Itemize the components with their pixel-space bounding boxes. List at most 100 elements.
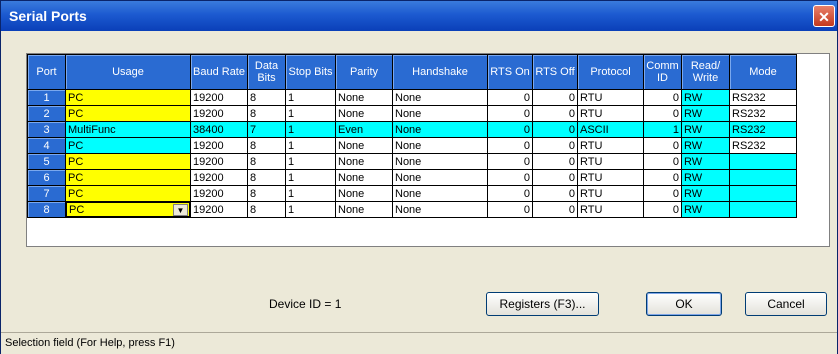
data-bits-cell[interactable]: 8 (247, 201, 286, 218)
col-header-mode[interactable]: Mode (729, 54, 797, 90)
parity-cell[interactable]: Even (335, 121, 393, 138)
handshake-cell[interactable]: None (392, 169, 488, 186)
port-cell[interactable]: 5 (27, 153, 66, 170)
parity-cell[interactable]: None (335, 169, 393, 186)
handshake-cell[interactable]: None (392, 137, 488, 154)
close-button[interactable]: ✕ (813, 5, 835, 27)
data-bits-cell[interactable]: 7 (247, 121, 286, 138)
col-header-data-bits[interactable]: Data Bits (247, 54, 286, 90)
protocol-cell[interactable]: RTU (577, 153, 644, 170)
read-write-cell[interactable]: RW (681, 153, 730, 170)
data-bits-cell[interactable]: 8 (247, 153, 286, 170)
port-cell[interactable]: 7 (27, 185, 66, 202)
data-bits-cell[interactable]: 8 (247, 105, 286, 122)
usage-cell[interactable]: MultiFunc (65, 121, 191, 138)
protocol-cell[interactable]: RTU (577, 169, 644, 186)
baud-cell[interactable]: 19200 (190, 137, 248, 154)
parity-cell[interactable]: None (335, 201, 393, 218)
mode-cell[interactable]: RS232 (729, 137, 797, 154)
rts-on-cell[interactable]: 0 (487, 153, 533, 170)
usage-cell[interactable]: PC (65, 137, 191, 154)
protocol-cell[interactable]: RTU (577, 105, 644, 122)
stop-bits-cell[interactable]: 1 (285, 137, 336, 154)
read-write-cell[interactable]: RW (681, 201, 730, 218)
port-cell[interactable]: 1 (27, 89, 66, 106)
rts-off-cell[interactable]: 0 (532, 89, 578, 106)
handshake-cell[interactable]: None (392, 121, 488, 138)
read-write-cell[interactable]: RW (681, 121, 730, 138)
rts-on-cell[interactable]: 0 (487, 105, 533, 122)
col-header-baud-rate[interactable]: Baud Rate (190, 54, 248, 90)
usage-cell[interactable]: PC (65, 89, 191, 106)
rts-on-cell[interactable]: 0 (487, 185, 533, 202)
baud-cell[interactable]: 19200 (190, 185, 248, 202)
comm-id-cell[interactable]: 0 (643, 137, 682, 154)
usage-cell[interactable]: PC (65, 185, 191, 202)
col-header-usage[interactable]: Usage (65, 54, 191, 90)
parity-cell[interactable]: None (335, 185, 393, 202)
rts-on-cell[interactable]: 0 (487, 89, 533, 106)
col-header-port[interactable]: Port (27, 54, 66, 90)
handshake-cell[interactable]: None (392, 185, 488, 202)
col-header-rts-off[interactable]: RTS Off (532, 54, 578, 90)
rts-off-cell[interactable]: 0 (532, 105, 578, 122)
mode-cell[interactable]: RS232 (729, 89, 797, 106)
stop-bits-cell[interactable]: 1 (285, 185, 336, 202)
comm-id-cell[interactable]: 0 (643, 185, 682, 202)
comm-id-cell[interactable]: 0 (643, 89, 682, 106)
port-cell[interactable]: 8 (27, 201, 66, 218)
baud-cell[interactable]: 19200 (190, 89, 248, 106)
handshake-cell[interactable]: None (392, 105, 488, 122)
comm-id-cell[interactable]: 0 (643, 105, 682, 122)
stop-bits-cell[interactable]: 1 (285, 105, 336, 122)
parity-cell[interactable]: None (335, 89, 393, 106)
handshake-cell[interactable]: None (392, 201, 488, 218)
handshake-cell[interactable]: None (392, 153, 488, 170)
stop-bits-cell[interactable]: 1 (285, 89, 336, 106)
mode-cell[interactable]: RS232 (729, 105, 797, 122)
mode-cell[interactable] (729, 185, 797, 202)
protocol-cell[interactable]: RTU (577, 201, 644, 218)
mode-cell[interactable] (729, 169, 797, 186)
stop-bits-cell[interactable]: 1 (285, 169, 336, 186)
mode-cell[interactable] (729, 153, 797, 170)
protocol-cell[interactable]: RTU (577, 137, 644, 154)
usage-cell[interactable]: PC (65, 169, 191, 186)
stop-bits-cell[interactable]: 1 (285, 121, 336, 138)
col-header-read-write[interactable]: Read/ Write (681, 54, 730, 90)
comm-id-cell[interactable]: 0 (643, 169, 682, 186)
col-header-parity[interactable]: Parity (335, 54, 393, 90)
rts-on-cell[interactable]: 0 (487, 201, 533, 218)
rts-off-cell[interactable]: 0 (532, 185, 578, 202)
mode-cell[interactable] (729, 201, 797, 218)
comm-id-cell[interactable]: 0 (643, 153, 682, 170)
parity-cell[interactable]: None (335, 105, 393, 122)
mode-cell[interactable]: RS232 (729, 121, 797, 138)
rts-off-cell[interactable]: 0 (532, 153, 578, 170)
port-cell[interactable]: 3 (27, 121, 66, 138)
protocol-cell[interactable]: RTU (577, 89, 644, 106)
port-cell[interactable]: 6 (27, 169, 66, 186)
rts-off-cell[interactable]: 0 (532, 169, 578, 186)
port-cell[interactable]: 4 (27, 137, 66, 154)
baud-cell[interactable]: 19200 (190, 169, 248, 186)
data-bits-cell[interactable]: 8 (247, 137, 286, 154)
col-header-comm-id[interactable]: Comm ID (643, 54, 682, 90)
data-bits-cell[interactable]: 8 (247, 89, 286, 106)
rts-off-cell[interactable]: 0 (532, 201, 578, 218)
read-write-cell[interactable]: RW (681, 89, 730, 106)
col-header-stop-bits[interactable]: Stop Bits (285, 54, 336, 90)
data-bits-cell[interactable]: 8 (247, 169, 286, 186)
stop-bits-cell[interactable]: 1 (285, 153, 336, 170)
col-header-protocol[interactable]: Protocol (577, 54, 644, 90)
rts-off-cell[interactable]: 0 (532, 121, 578, 138)
comm-id-cell[interactable]: 0 (643, 201, 682, 218)
col-header-rts-on[interactable]: RTS On (487, 54, 533, 90)
stop-bits-cell[interactable]: 1 (285, 201, 336, 218)
read-write-cell[interactable]: RW (681, 169, 730, 186)
read-write-cell[interactable]: RW (681, 137, 730, 154)
col-header-handshake[interactable]: Handshake (392, 54, 488, 90)
baud-cell[interactable]: 19200 (190, 201, 248, 218)
parity-cell[interactable]: None (335, 153, 393, 170)
ok-button[interactable]: OK (646, 292, 722, 316)
